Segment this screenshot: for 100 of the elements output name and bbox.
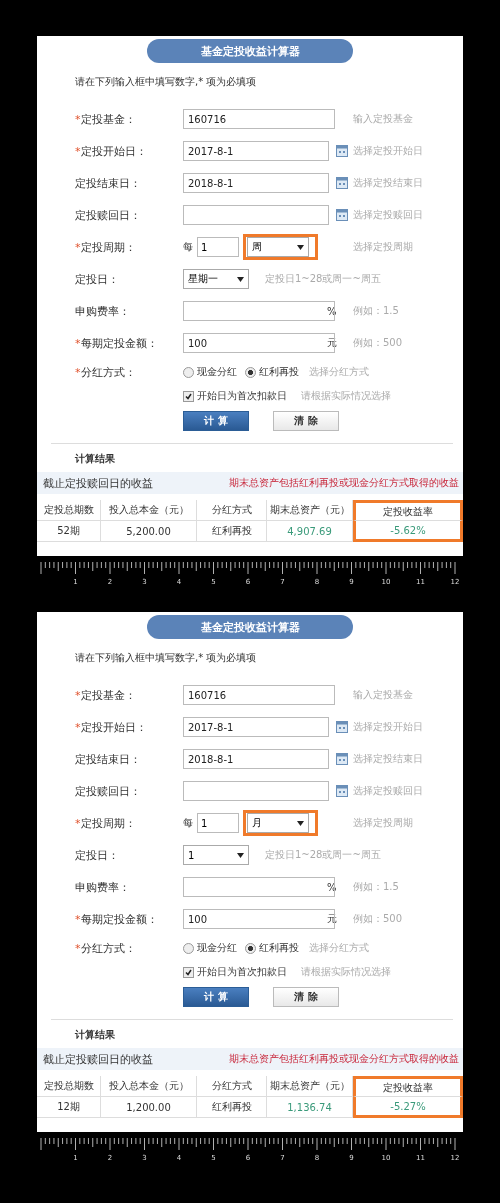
- clear-button[interactable]: 清 除: [273, 411, 339, 431]
- table-cell: 1,136.74: [267, 1097, 353, 1118]
- field-hint: 例如：500: [353, 912, 403, 926]
- field-label: 定投赎回日：: [75, 207, 141, 223]
- calendar-icon[interactable]: [336, 209, 348, 221]
- field-label: 定投日：: [75, 271, 119, 287]
- field-hint: 例如：1.5: [353, 304, 399, 318]
- column-header: 定投总期数: [37, 1076, 101, 1097]
- field-label: *定投开始日：: [75, 143, 147, 159]
- radio-icon[interactable]: [183, 366, 194, 378]
- input-field[interactable]: 160716: [183, 109, 335, 129]
- input-field[interactable]: [183, 877, 335, 897]
- column-header: 分红方式: [197, 1076, 267, 1097]
- field-hint: 输入定投基金: [353, 688, 413, 702]
- calendar-icon[interactable]: [336, 753, 348, 765]
- field-hint: 选择定投赎回日: [353, 784, 423, 798]
- prefix-label: 每: [183, 816, 193, 830]
- caret-icon: [297, 244, 304, 250]
- column-header: 定投总期数: [37, 500, 101, 521]
- table-cell: 1,200.00: [101, 1097, 197, 1118]
- field-label: 定投结束日：: [75, 751, 141, 767]
- column-header: 投入总本金（元）: [101, 1076, 197, 1097]
- field-hint: 选择分红方式: [309, 941, 369, 955]
- caret-icon: [297, 820, 304, 826]
- field-hint: 例如：1.5: [353, 880, 399, 894]
- checkbox-option[interactable]: 开始日为首次扣款日: [183, 965, 287, 979]
- checkbox[interactable]: [183, 966, 194, 978]
- input-field[interactable]: 1: [197, 237, 239, 257]
- results-heading: 计算结果: [75, 1028, 116, 1042]
- field-hint: 输入定投基金: [353, 112, 413, 126]
- results-note: 期末总资产包括红利再投或现金分红方式取得的收益: [229, 1052, 459, 1066]
- column-header: 定投收益率: [353, 500, 463, 521]
- unit-label: 元: [327, 336, 337, 350]
- field-label: *每期定投金额：: [75, 335, 158, 351]
- column-header: 分红方式: [197, 500, 267, 521]
- table-cell: -5.62%: [353, 521, 463, 542]
- checkbox[interactable]: [183, 390, 194, 402]
- field-label: *分红方式：: [75, 364, 136, 380]
- table-cell: 5,200.00: [101, 521, 197, 542]
- table-cell: 4,907.69: [267, 521, 353, 542]
- field-label: *定投开始日：: [75, 719, 147, 735]
- field-label: *定投周期：: [75, 239, 136, 255]
- field-hint: 选择定投周期: [353, 816, 413, 830]
- field-label: 申购费率：: [75, 879, 130, 895]
- calendar-icon[interactable]: [336, 145, 348, 157]
- radio-icon[interactable]: [183, 942, 194, 954]
- caret-icon: [237, 276, 244, 282]
- radio-icon[interactable]: [245, 366, 256, 378]
- table-cell: 红利再投: [197, 521, 267, 542]
- table-cell: 红利再投: [197, 1097, 267, 1118]
- radio-option[interactable]: 现金分红: [183, 365, 237, 379]
- calendar-icon[interactable]: [336, 785, 348, 797]
- caret-icon: [237, 852, 244, 858]
- radio-icon[interactable]: [245, 942, 256, 954]
- field-label: *定投基金：: [75, 687, 136, 703]
- field-hint: 请根据实际情况选择: [301, 965, 391, 979]
- input-field[interactable]: [183, 301, 335, 321]
- field-hint: 选择定投结束日: [353, 752, 423, 766]
- instruction-text: 请在下列输入框中填写数字,* 项为必填项: [75, 75, 258, 89]
- input-field[interactable]: 160716: [183, 685, 335, 705]
- field-hint: 选择定投开始日: [353, 144, 423, 158]
- day-select[interactable]: 1: [183, 845, 249, 865]
- checkbox-option[interactable]: 开始日为首次扣款日: [183, 389, 287, 403]
- field-hint: 例如：500: [353, 336, 403, 350]
- period-select[interactable]: 月: [247, 813, 309, 833]
- instruction-text: 请在下列输入框中填写数字,* 项为必填项: [75, 651, 258, 665]
- column-header: 投入总本金（元）: [101, 500, 197, 521]
- calculator-title: 基金定投收益计算器: [147, 615, 353, 639]
- field-label: 定投结束日：: [75, 175, 141, 191]
- field-label: *分红方式：: [75, 940, 136, 956]
- calculator-title: 基金定投收益计算器: [147, 39, 353, 63]
- results-subtitle: 截止定投赎回日的收益: [43, 475, 153, 491]
- calendar-icon[interactable]: [336, 721, 348, 733]
- field-label: *每期定投金额：: [75, 911, 158, 927]
- table-cell: 52期: [37, 521, 101, 542]
- field-label: 申购费率：: [75, 303, 130, 319]
- results-note: 期末总资产包括红利再投或现金分红方式取得的收益: [229, 476, 459, 490]
- field-label: *定投基金：: [75, 111, 136, 127]
- field-hint: 选择分红方式: [309, 365, 369, 379]
- unit-label: 元: [327, 912, 337, 926]
- clear-button[interactable]: 清 除: [273, 987, 339, 1007]
- calculate-button[interactable]: 计 算: [183, 987, 249, 1007]
- prefix-label: 每: [183, 240, 193, 254]
- input-field[interactable]: 1: [197, 813, 239, 833]
- field-hint: 选择定投赎回日: [353, 208, 423, 222]
- column-header: 定投收益率: [353, 1076, 463, 1097]
- calendar-icon[interactable]: [336, 177, 348, 189]
- radio-option[interactable]: 红利再投: [245, 365, 299, 379]
- field-label: 定投赎回日：: [75, 783, 141, 799]
- radio-option[interactable]: 红利再投: [245, 941, 299, 955]
- radio-option[interactable]: 现金分红: [183, 941, 237, 955]
- day-select[interactable]: 星期一: [183, 269, 249, 289]
- field-hint: 选择定投开始日: [353, 720, 423, 734]
- period-select[interactable]: 周: [247, 237, 309, 257]
- table-cell: 12期: [37, 1097, 101, 1118]
- field-label: 定投日：: [75, 847, 119, 863]
- results-heading: 计算结果: [75, 452, 116, 466]
- table-cell: -5.27%: [353, 1097, 463, 1118]
- column-header: 期末总资产（元）: [267, 500, 353, 521]
- calculate-button[interactable]: 计 算: [183, 411, 249, 431]
